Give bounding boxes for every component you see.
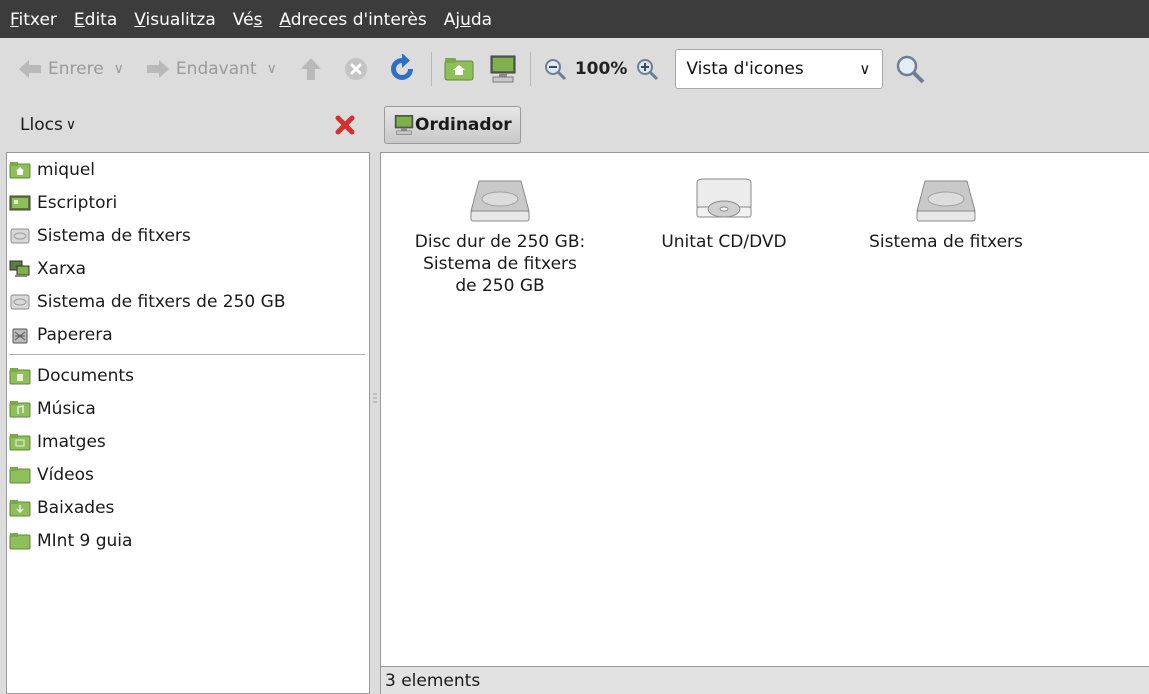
zoom-out-icon[interactable] xyxy=(543,57,567,81)
sidebar-item-sistema-250gb[interactable]: Sistema de fitxers de 250 GB xyxy=(7,285,369,318)
search-icon[interactable] xyxy=(895,54,925,84)
places-dropdown-label: Llocs xyxy=(20,115,63,135)
sidebar-header: Llocs ∨ xyxy=(0,100,370,150)
places-dropdown[interactable]: Llocs ∨ xyxy=(20,115,76,135)
sidebar-item-mint-9-guia[interactable]: MInt 9 guia xyxy=(7,524,369,557)
file-item-label-line: Sistema de fitxers xyxy=(423,254,577,274)
file-view[interactable]: Disc dur de 250 GB: Sistema de fitxers d… xyxy=(380,152,1149,667)
chevron-down-icon: ∨ xyxy=(65,117,77,133)
splitter-grip-icon xyxy=(373,393,377,403)
sidebar-separator xyxy=(9,354,365,355)
filesystem-icon xyxy=(10,228,30,243)
up-arrow-icon[interactable] xyxy=(299,56,323,82)
file-item-label-line: de 250 GB xyxy=(455,276,545,296)
zoom-level[interactable]: 100% xyxy=(575,59,628,79)
sidebar-item-imatges[interactable]: Imatges xyxy=(7,425,369,458)
pictures-folder-icon xyxy=(9,433,31,450)
downloads-folder-icon xyxy=(9,499,31,516)
reload-icon[interactable] xyxy=(387,54,417,84)
sidebar-item-miquel[interactable]: miquel xyxy=(7,153,369,186)
videos-folder-icon xyxy=(9,466,31,483)
view-mode-select[interactable]: Vista d'icones ∨ xyxy=(675,49,884,89)
pane-splitter[interactable] xyxy=(370,152,380,694)
stop-icon[interactable] xyxy=(343,56,369,82)
sidebar-item-sistema-de-fitxers[interactable]: Sistema de fitxers xyxy=(7,219,369,252)
back-label: Enrere xyxy=(48,59,104,79)
hard-disk-icon xyxy=(916,180,976,222)
menu-ves[interactable]: Vés xyxy=(233,8,263,30)
menu-edita[interactable]: Edita xyxy=(74,8,117,30)
back-history-chevron-icon[interactable]: ∨ xyxy=(114,61,124,77)
folder-icon xyxy=(9,532,31,549)
toolbar-separator xyxy=(529,52,531,86)
forward-arrow-icon xyxy=(146,60,169,78)
sidebar-item-baixades[interactable]: Baixades xyxy=(7,491,369,524)
forward-label: Endavant xyxy=(175,59,257,79)
status-text: 3 elements xyxy=(385,670,481,691)
close-sidebar-icon[interactable] xyxy=(334,114,356,136)
file-item-hard-disk-250gb[interactable]: Disc dur de 250 GB: Sistema de fitxers d… xyxy=(395,177,605,297)
toolbar: Enrere ∨ Endavant ∨ 100% Vista d'icones … xyxy=(0,38,1149,100)
optical-drive-icon xyxy=(696,178,752,218)
sidebar-item-xarxa[interactable]: Xarxa xyxy=(7,252,369,285)
path-button-label: Ordinador xyxy=(415,115,512,135)
back-arrow-icon xyxy=(19,60,41,78)
trash-icon xyxy=(12,328,28,343)
network-icon xyxy=(9,260,30,277)
file-item-filesystem[interactable]: Sistema de fitxers xyxy=(841,177,1051,253)
hard-disk-icon xyxy=(470,180,530,222)
sidebar-item-paperera[interactable]: Paperera xyxy=(7,318,369,351)
sidebar-item-musica[interactable]: Música xyxy=(7,392,369,425)
forward-history-chevron-icon[interactable]: ∨ xyxy=(267,61,277,77)
home-folder-icon[interactable] xyxy=(444,56,474,82)
zoom-in-icon[interactable] xyxy=(635,57,659,81)
documents-folder-icon xyxy=(9,367,31,384)
menu-visualitza[interactable]: Visualitza xyxy=(134,8,216,30)
back-button[interactable]: Enrere ∨ xyxy=(18,49,124,89)
desktop-icon xyxy=(9,195,31,210)
path-bar: Ordinador xyxy=(384,106,521,144)
computer-icon xyxy=(394,115,414,135)
computer-icon[interactable] xyxy=(488,54,518,84)
menu-bar: Fitxer Edita Visualitza Vés Adreces d'in… xyxy=(0,0,1149,38)
sidebar-item-escriptori[interactable]: Escriptori xyxy=(7,186,369,219)
path-button-ordinador[interactable]: Ordinador xyxy=(384,106,521,144)
drive-icon xyxy=(10,294,30,309)
file-item-label-line: Unitat CD/DVD xyxy=(661,232,787,252)
sidebar-item-documents[interactable]: Documents xyxy=(7,359,369,392)
status-bar: 3 elements xyxy=(380,667,1149,694)
chevron-down-icon: ∨ xyxy=(859,60,871,78)
file-item-label-line: Sistema de fitxers xyxy=(869,232,1023,252)
music-folder-icon xyxy=(9,400,31,417)
forward-button[interactable]: Endavant ∨ xyxy=(146,49,277,89)
file-item-label-line: Disc dur de 250 GB: xyxy=(414,232,586,252)
toolbar-separator xyxy=(430,52,432,86)
file-item-cd-dvd-drive[interactable]: Unitat CD/DVD xyxy=(619,177,829,253)
menu-adreces[interactable]: Adreces d'interès xyxy=(279,8,426,30)
menu-fitxer[interactable]: Fitxer xyxy=(10,8,57,30)
menu-ajuda[interactable]: Ajuda xyxy=(444,8,492,30)
sidebar-places: miquel Escriptori Sistema de fitxers Xar… xyxy=(6,152,370,694)
view-mode-value: Vista d'icones xyxy=(686,59,804,79)
sidebar-item-videos[interactable]: Vídeos xyxy=(7,458,369,491)
home-folder-icon xyxy=(9,161,31,178)
